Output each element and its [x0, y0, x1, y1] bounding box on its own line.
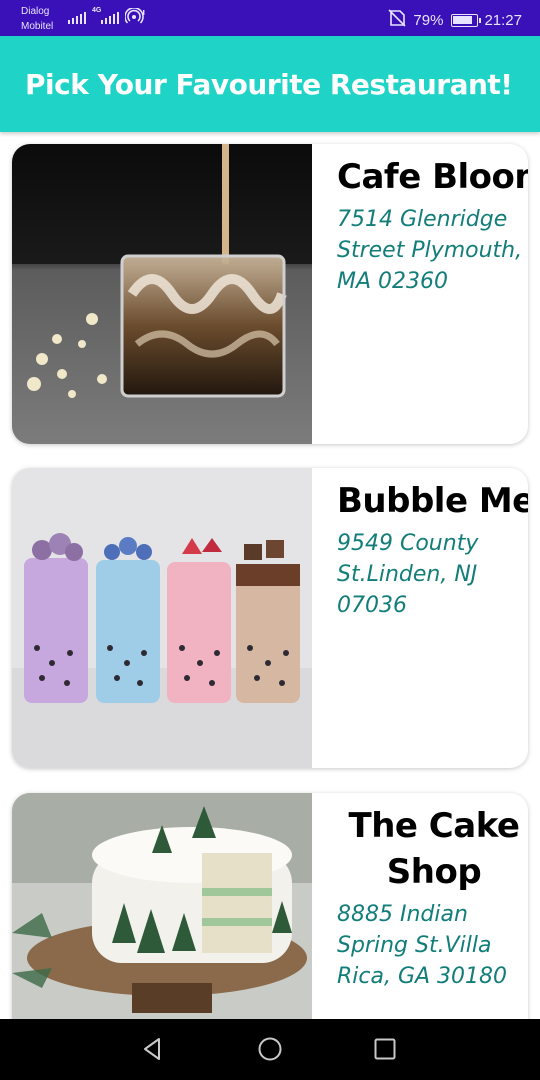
- home-icon[interactable]: [257, 1036, 283, 1062]
- restaurant-name: Bubble Me: [337, 481, 528, 521]
- network-type: 4G: [92, 7, 102, 14]
- signal-icon: [101, 10, 119, 24]
- bubble-tea-drinks-image: [12, 468, 312, 768]
- hotspot-icon: [124, 7, 145, 29]
- status-time: 21:27: [484, 11, 522, 29]
- iced-coffee-glass-image: [12, 144, 312, 444]
- signal-icon: [68, 10, 86, 24]
- restaurant-card[interactable]: Cafe Bloom 7514 Glenridge Street Plymout…: [12, 144, 528, 444]
- navigation-bar: [0, 1019, 540, 1080]
- back-icon[interactable]: [140, 1036, 166, 1062]
- battery-charging-icon: [451, 13, 482, 27]
- restaurant-name: The Cake Shop: [348, 806, 520, 892]
- restaurant-address: 9549 County St.Linden, NJ 07036: [337, 531, 479, 618]
- restaurant-list[interactable]: Cafe Bloom 7514 Glenridge Street Plymout…: [0, 132, 540, 1019]
- battery-percent: 79%: [413, 11, 444, 29]
- app-bar: Pick Your Favourite Restaurant!: [0, 36, 540, 132]
- recent-apps-icon[interactable]: [372, 1036, 398, 1062]
- christmas-cake-image: [12, 793, 312, 1019]
- no-sim-icon: [387, 9, 407, 31]
- restaurant-address: 8885 Indian Spring St.Villa Rica, GA 301…: [337, 902, 508, 989]
- restaurant-card[interactable]: Bubble Me 9549 County St.Linden, NJ 0703…: [12, 468, 528, 768]
- restaurant-card[interactable]: The Cake Shop 8885 Indian Spring St.Vill…: [12, 793, 528, 1019]
- restaurant-name: Cafe Bloom: [337, 157, 528, 197]
- page-title: Pick Your Favourite Restaurant!: [25, 68, 513, 101]
- carrier-name: Dialog Mobitel: [21, 6, 54, 32]
- restaurant-address: 7514 Glenridge Street Plymouth, MA 02360: [337, 207, 523, 294]
- status-bar: Dialog Mobitel 4G 79% 21:27: [0, 0, 540, 36]
